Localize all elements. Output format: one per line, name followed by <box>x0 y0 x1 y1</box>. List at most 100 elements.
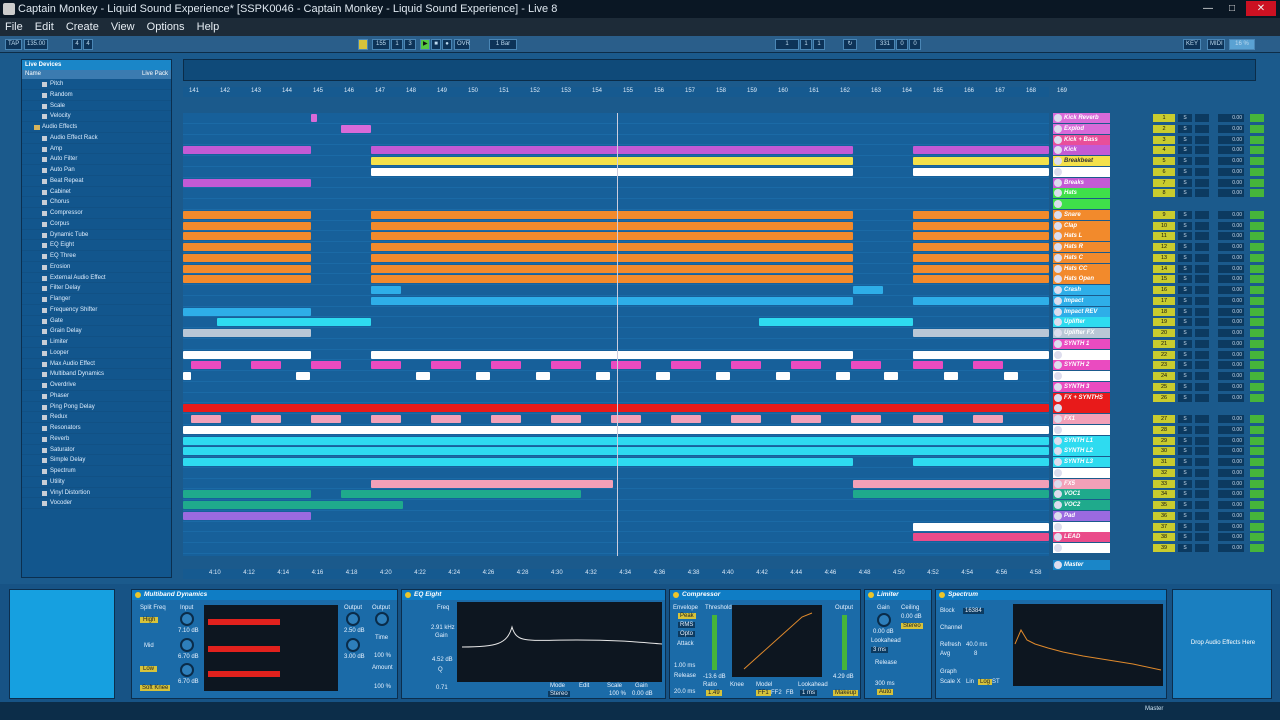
arm-button[interactable] <box>1195 329 1209 337</box>
solo-button[interactable]: S <box>1178 458 1192 466</box>
arrangement-lane[interactable] <box>183 253 1049 264</box>
arrangement-clip[interactable] <box>341 124 371 133</box>
solo-button[interactable]: S <box>1178 522 1192 531</box>
arm-button[interactable] <box>1195 307 1209 316</box>
browser-item[interactable]: Looper <box>22 348 171 359</box>
track-header[interactable]: FX1 <box>1053 414 1110 424</box>
arrangement-lane[interactable] <box>183 231 1049 242</box>
arrangement-lane[interactable] <box>183 156 1049 167</box>
arrangement-clip[interactable] <box>913 275 1049 284</box>
arrangement-clip[interactable] <box>913 296 1049 305</box>
arrangement-clip[interactable] <box>371 264 853 273</box>
beat-time-ruler[interactable]: 141 142 143 144 145 146 147 148 149 150 151 152 153 1… <box>183 87 1067 97</box>
arrangement-clip[interactable] <box>251 361 281 370</box>
solo-button[interactable]: S <box>1178 350 1192 359</box>
arrangement-clip[interactable] <box>183 425 1049 434</box>
arrangement-clip[interactable] <box>183 178 311 187</box>
arrangement-clip[interactable] <box>183 458 853 466</box>
arrangement-clip[interactable] <box>913 232 1049 241</box>
arrangement-lane[interactable] <box>183 436 1049 447</box>
browser-item[interactable]: Max Audio Effect <box>22 359 171 370</box>
track-activator[interactable]: 33 <box>1153 479 1175 488</box>
arrangement-clip[interactable] <box>913 221 1049 230</box>
arrangement-clip[interactable] <box>853 286 883 294</box>
arrangement-clip[interactable] <box>476 372 490 380</box>
track-header[interactable]: Explod <box>1053 123 1110 134</box>
track-volume[interactable]: 0.00 <box>1218 393 1244 402</box>
track-volume[interactable]: 0.00 <box>1218 286 1244 294</box>
solo-button[interactable]: S <box>1178 479 1192 488</box>
browser-item[interactable]: Auto Pan <box>22 165 171 176</box>
arrangement-clip[interactable] <box>341 490 581 499</box>
track-volume[interactable]: 0.00 <box>1218 415 1244 423</box>
arrangement-clip[interactable] <box>183 221 311 230</box>
solo-button[interactable]: S <box>1178 490 1192 499</box>
arrangement-clip[interactable] <box>551 361 581 370</box>
arrangement-clip[interactable] <box>371 146 853 155</box>
arrangement-clip[interactable] <box>371 167 853 176</box>
arrangement-clip[interactable] <box>183 210 311 219</box>
track-volume[interactable]: 0.00 <box>1218 382 1244 391</box>
track-activator[interactable]: 17 <box>1153 296 1175 305</box>
browser-item[interactable]: Audio Effects <box>22 122 171 133</box>
track-volume[interactable]: 0.00 <box>1218 307 1244 316</box>
arrangement-clip[interactable] <box>217 318 371 327</box>
track-activator[interactable]: 8 <box>1153 189 1175 198</box>
eq-curve-display[interactable] <box>457 602 663 682</box>
arrangement-lane[interactable] <box>183 500 1049 511</box>
arrangement-lane[interactable] <box>183 285 1049 296</box>
arrangement-lane[interactable] <box>183 199 1049 210</box>
arrangement-clip[interactable] <box>371 350 853 359</box>
time-ruler[interactable]: 4:10 4:12 4:14 4:16 4:18 4:20 4:22 4:24 4:26 4:28… <box>183 569 1049 579</box>
track-volume[interactable]: 0.00 <box>1218 210 1244 219</box>
limiter-device[interactable]: Limiter Gain 0.00 dB Ceiling 0.00 dB Ste… <box>864 589 932 699</box>
arrangement-position-beat[interactable]: 1 <box>391 39 403 50</box>
arrangement-clip[interactable] <box>371 210 853 219</box>
track-activator[interactable]: 32 <box>1153 468 1175 477</box>
arrangement-lane[interactable] <box>183 221 1049 232</box>
track-volume[interactable]: 0.00 <box>1218 232 1244 241</box>
track-header[interactable]: Crash <box>1053 285 1110 295</box>
arm-button[interactable] <box>1195 232 1209 241</box>
solo-button[interactable]: S <box>1178 146 1192 155</box>
browser-item[interactable]: EQ Three <box>22 251 171 262</box>
arrangement-clip[interactable] <box>371 232 853 241</box>
browser-item[interactable]: Chorus <box>22 197 171 208</box>
track-header[interactable]: Kick + Bass <box>1053 134 1110 145</box>
track-header[interactable] <box>1053 403 1110 414</box>
track-header[interactable]: Kick <box>1053 145 1110 156</box>
arrangement-lane[interactable] <box>183 264 1049 275</box>
arrangement-clip[interactable] <box>731 361 761 370</box>
arrangement-clip[interactable] <box>944 372 958 380</box>
track-activator[interactable]: 35 <box>1153 501 1175 509</box>
opto-button[interactable]: Opto <box>678 631 696 637</box>
track-header[interactable]: Impact REV <box>1053 306 1110 317</box>
arrangement-clip[interactable] <box>884 372 898 380</box>
track-volume[interactable]: 0.00 <box>1218 318 1244 327</box>
browser-column-header[interactable]: Name Live Pack <box>22 70 171 79</box>
track-activator[interactable]: 10 <box>1153 221 1175 230</box>
arrangement-clip[interactable] <box>611 361 641 370</box>
browser-item[interactable]: Flanger <box>22 294 171 305</box>
track-activator[interactable]: 36 <box>1153 511 1175 520</box>
track-header[interactable] <box>1053 166 1110 177</box>
arrangement-clip[interactable] <box>913 458 1049 466</box>
loop-length-sixteenth[interactable]: 0 <box>909 39 921 50</box>
solo-button[interactable]: S <box>1178 221 1192 230</box>
avg-value[interactable]: 8 <box>974 651 977 657</box>
track-header[interactable]: SYNTH 2 <box>1053 360 1110 371</box>
solo-button[interactable]: S <box>1178 243 1192 251</box>
stop-icon[interactable]: ■ <box>431 39 441 50</box>
arm-button[interactable] <box>1195 286 1209 294</box>
loop-start-sixteenth[interactable]: 1 <box>813 39 825 50</box>
arm-button[interactable] <box>1195 135 1209 144</box>
browser-item[interactable]: Amp <box>22 144 171 155</box>
track-volume[interactable]: 0.00 <box>1218 468 1244 477</box>
arrangement-clip[interactable] <box>491 415 521 423</box>
arrangement-clip[interactable] <box>183 243 311 251</box>
solo-button[interactable]: S <box>1178 167 1192 176</box>
arm-button[interactable] <box>1195 189 1209 198</box>
solo-button[interactable]: S <box>1178 511 1192 520</box>
track-activator[interactable]: 30 <box>1153 447 1175 456</box>
track-volume[interactable]: 0.00 <box>1218 544 1244 552</box>
